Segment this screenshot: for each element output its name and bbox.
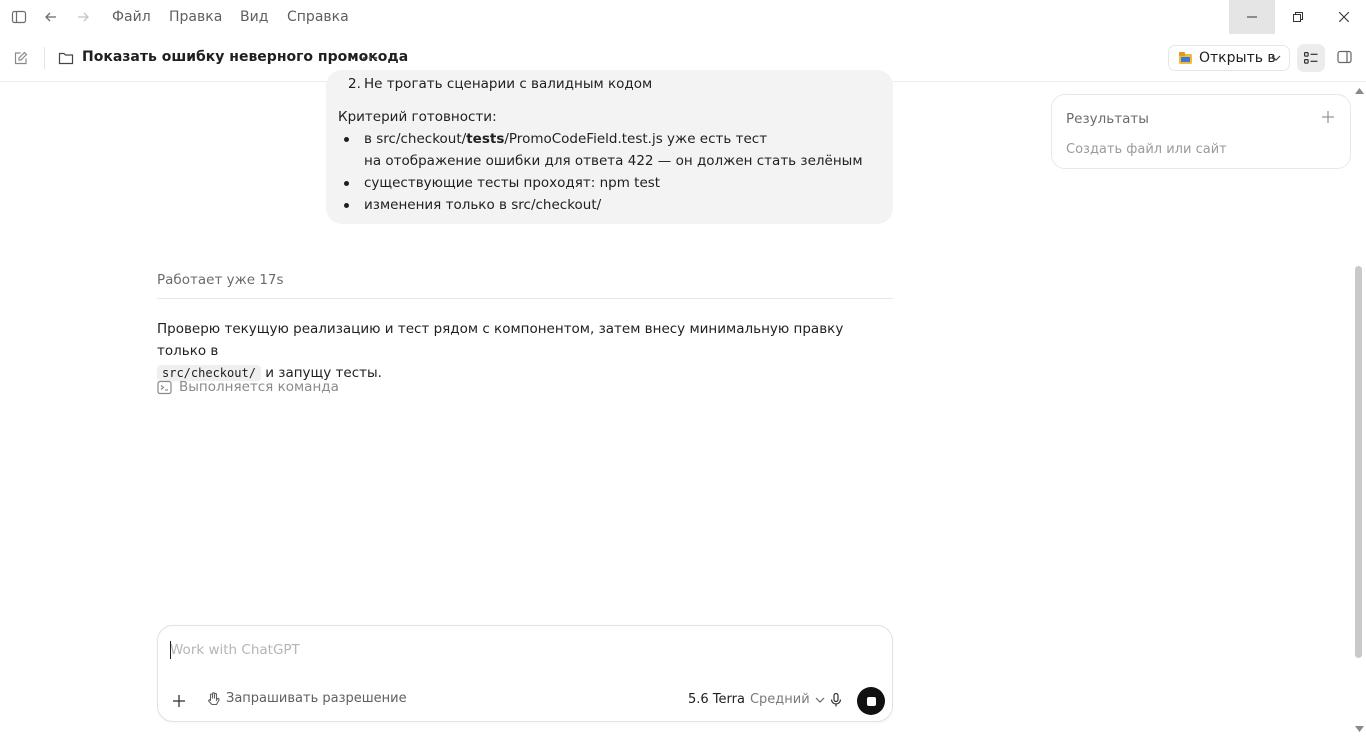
edit-icon[interactable] <box>13 50 29 66</box>
restore-button[interactable] <box>1275 0 1321 34</box>
mic-icon[interactable] <box>828 692 844 708</box>
results-create-link[interactable]: Создать файл или сайт <box>1066 142 1227 157</box>
permission-label: Запрашивать разрешение <box>226 691 407 706</box>
user-message: 2. Не трогать сценарии с валидным кодом … <box>326 70 893 224</box>
stop-icon <box>866 696 876 706</box>
title-bar: Файл Правка Вид Справка <box>0 0 1366 34</box>
plus-icon[interactable] <box>171 693 187 709</box>
folder-icon <box>58 51 74 65</box>
menu-item-file[interactable]: Файл <box>112 9 151 25</box>
terminal-icon <box>157 380 172 395</box>
chevron-down-icon <box>815 697 825 703</box>
arrow-right-icon[interactable] <box>75 9 91 25</box>
composer: Запрашивать разрешение 5.6 Terra Средний <box>157 625 893 722</box>
effort-level: Средний <box>749 692 810 707</box>
bullet-text-continued: на отображение ошибки для ответа 422 — о… <box>364 153 863 169</box>
bullet-text: изменения только в src/checkout/ <box>364 197 602 213</box>
message-input[interactable] <box>170 639 870 661</box>
working-status: Работает уже 17s <box>157 272 284 288</box>
scroll-down-icon[interactable] <box>1355 726 1364 732</box>
plus-icon[interactable] <box>1320 109 1336 125</box>
bullet-dot <box>344 181 349 186</box>
folder-app-icon <box>1179 52 1192 64</box>
model-selector[interactable]: 5.6 Terra Средний <box>688 692 825 707</box>
list-item-text: Не трогать сценарии с валидным кодом <box>364 76 653 92</box>
hand-icon <box>207 691 220 706</box>
panel-icon[interactable] <box>1337 50 1352 64</box>
stop-button[interactable] <box>857 687 885 715</box>
menu-item-help[interactable]: Справка <box>287 9 349 25</box>
open-in-button[interactable]: Открыть в <box>1168 45 1290 71</box>
text-caret <box>170 641 171 659</box>
status-divider <box>157 298 893 299</box>
bullet-text: в src/checkout/tests/PromoCodeField.test… <box>364 131 768 147</box>
bullet-dot <box>344 137 349 142</box>
tasks-toggle-button[interactable] <box>1297 44 1325 72</box>
header-divider <box>44 47 45 69</box>
results-panel: Результаты Создать файл или сайт <box>1051 94 1351 169</box>
minimize-button[interactable] <box>1229 0 1275 34</box>
ellipsis-icon[interactable] <box>362 56 378 60</box>
bullet-dot <box>344 203 349 208</box>
scroll-up-icon[interactable] <box>1355 88 1364 94</box>
chevron-down-icon <box>1271 55 1281 61</box>
open-in-label: Открыть в <box>1199 50 1276 66</box>
list-icon <box>1304 52 1318 64</box>
assistant-reply: Проверю текущую реализацию и тест рядом … <box>157 318 893 384</box>
permission-selector[interactable]: Запрашивать разрешение <box>207 691 407 706</box>
model-name: 5.6 Terra <box>688 692 745 707</box>
close-button[interactable] <box>1321 0 1366 34</box>
arrow-left-icon[interactable] <box>43 9 59 25</box>
menu-item-view[interactable]: Вид <box>240 9 268 25</box>
reply-text: Проверю текущую реализацию и тест рядом … <box>157 321 844 359</box>
scrollbar-thumb[interactable] <box>1355 266 1362 658</box>
criteria-heading: Критерий готовности: <box>338 109 497 125</box>
list-item-number: 2. <box>348 76 361 92</box>
results-title: Результаты <box>1066 111 1149 127</box>
menu-item-edit[interactable]: Правка <box>169 9 222 25</box>
sidebar-icon[interactable] <box>11 9 27 25</box>
running-command-label: Выполняется команда <box>179 379 339 395</box>
running-command[interactable]: Выполняется команда <box>157 379 339 395</box>
bullet-text: существующие тесты проходят: npm test <box>364 175 661 191</box>
thread-title: Показать ошибку неверного промокода <box>82 49 409 65</box>
